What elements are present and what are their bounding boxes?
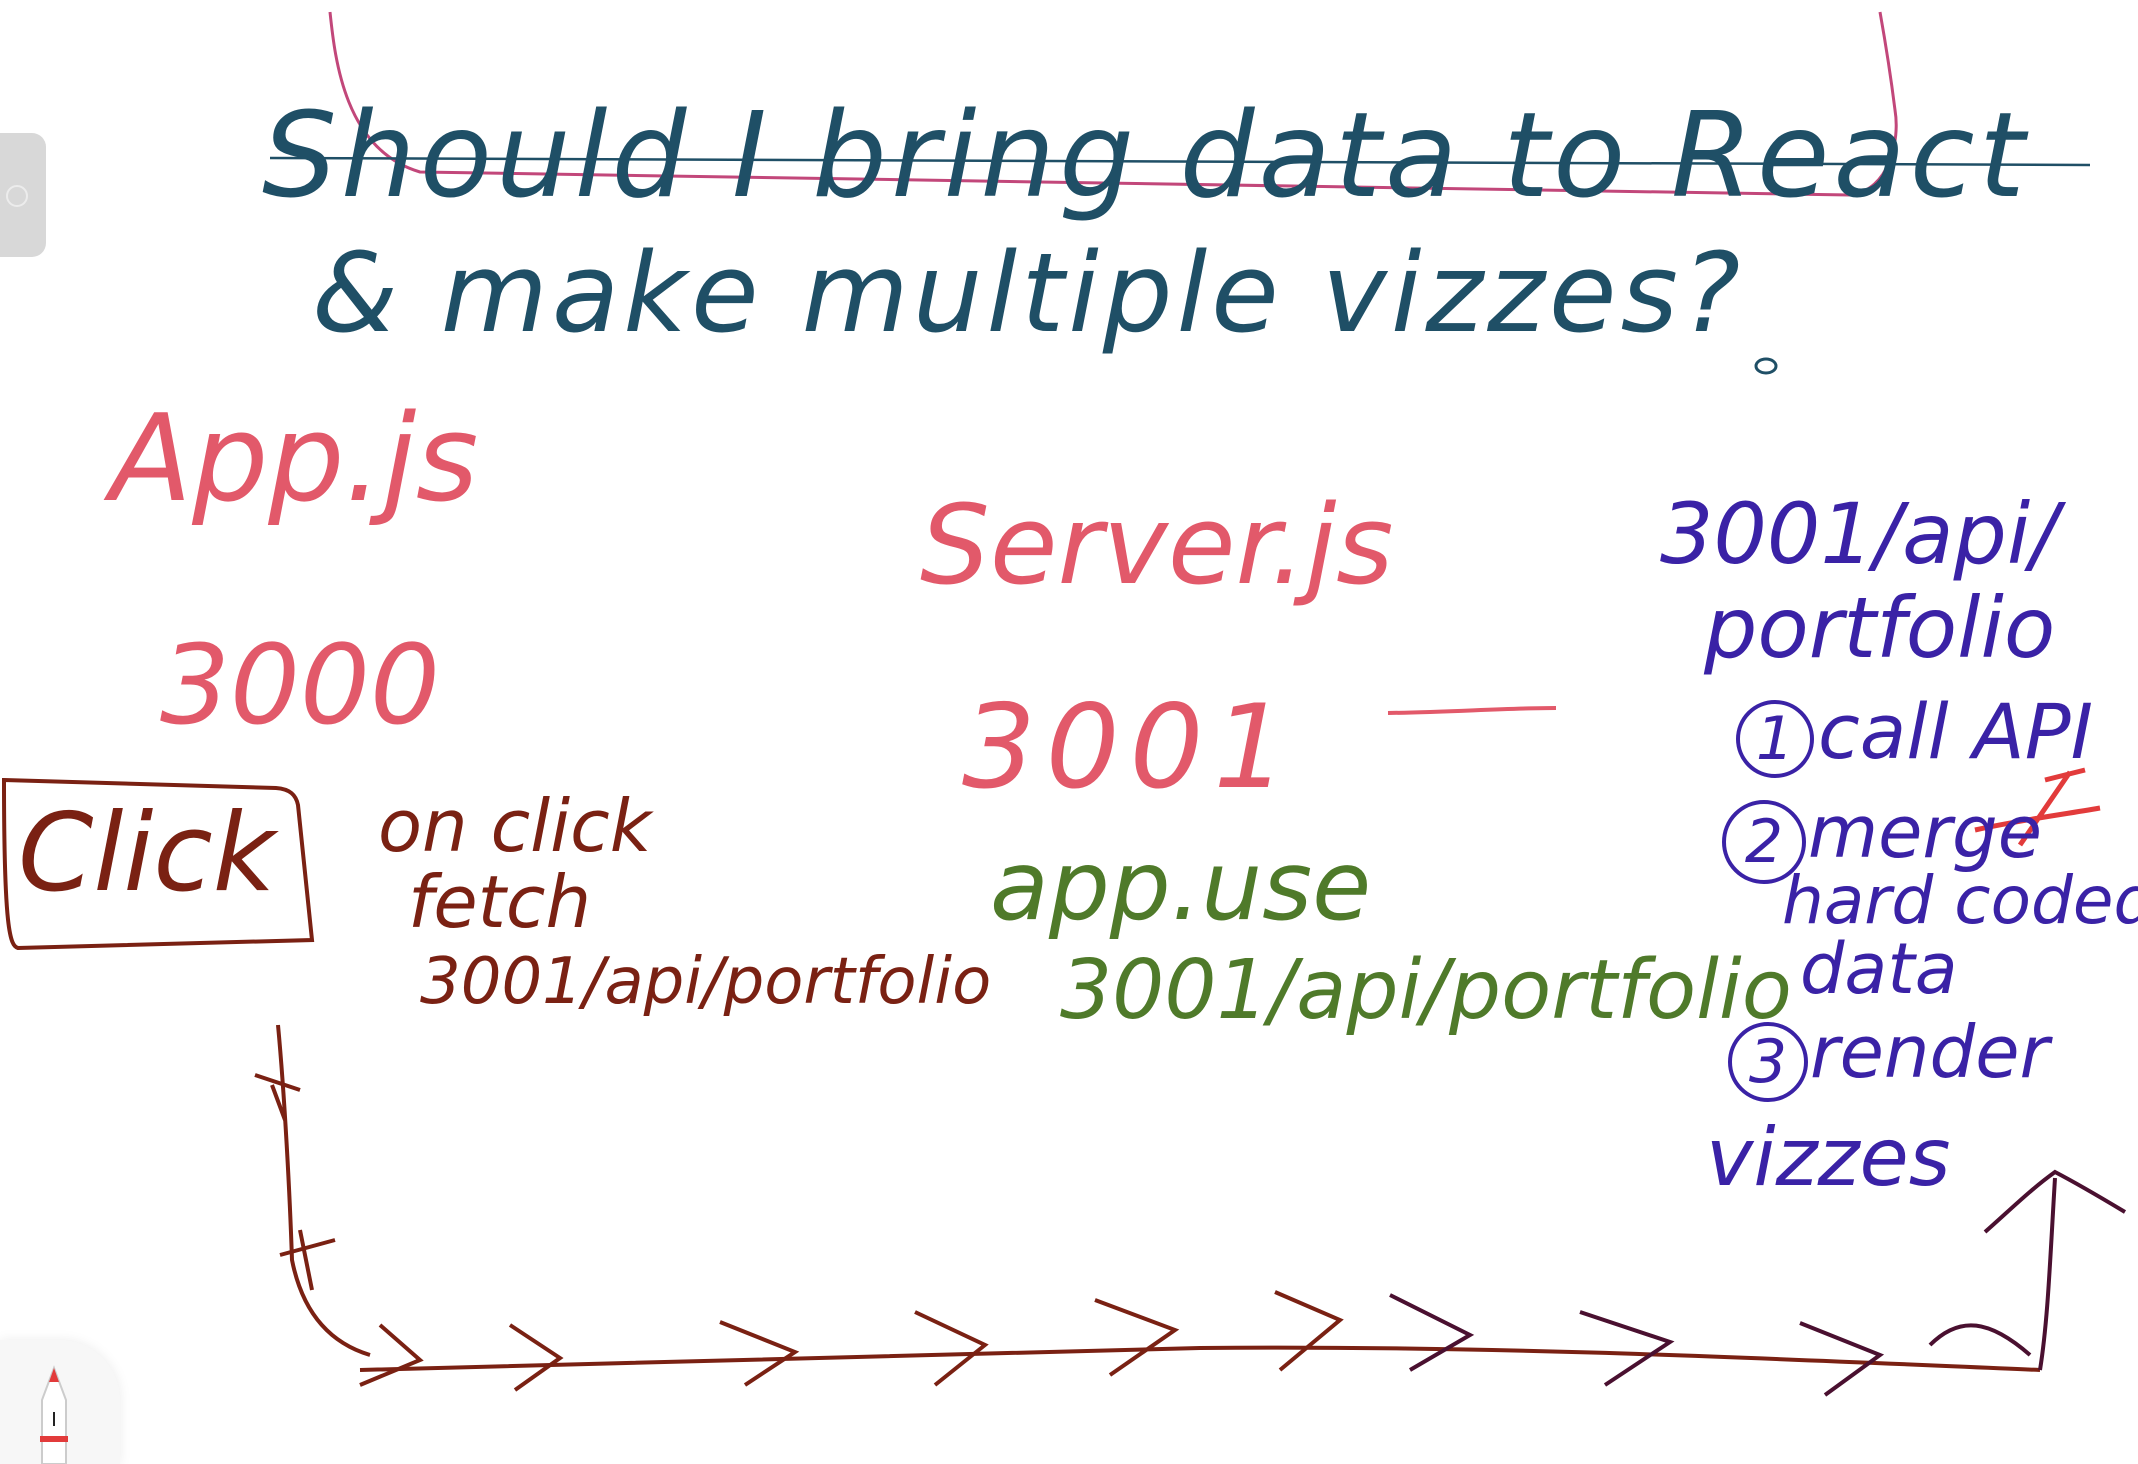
pencil-icon xyxy=(40,1365,68,1464)
flow-arrow-down xyxy=(276,1024,371,1357)
flow-arrow-horizontal xyxy=(359,1345,2041,1372)
pencil-tool-button[interactable] xyxy=(0,1340,120,1464)
server-route-line-2: 3001/api/portfolio xyxy=(1060,943,1792,1038)
whiteboard-canvas[interactable]: Should I bring data to React & make mult… xyxy=(0,0,2138,1464)
server-endpoint-dash xyxy=(1387,706,1557,715)
endpoint-step-2-line-1: merge xyxy=(1808,790,2043,874)
flow-arrow-cross-1 xyxy=(254,1073,301,1121)
server-route-line-1: app.use xyxy=(990,830,1372,942)
chevron-right-icon xyxy=(6,185,28,207)
endpoint-route-line-2: portfolio xyxy=(1704,579,2056,677)
flow-arrow-up xyxy=(2038,1177,2057,1371)
endpoint-route-line-1: 3001/api/ xyxy=(1660,485,2059,583)
endpoint-step-1-text: call API xyxy=(1818,687,2093,776)
app-port: 3000 xyxy=(160,621,440,749)
handler-line-1: on click xyxy=(378,784,652,868)
endpoint-step-2-line-3: data xyxy=(1800,928,1958,1010)
question-line-1: Should I bring data to React xyxy=(262,86,2029,224)
question-line-2: & make multiple vizzes? xyxy=(312,229,1745,357)
app-title: App.js xyxy=(110,390,479,529)
side-panel-handle[interactable] xyxy=(0,133,46,257)
click-box-label: Click xyxy=(18,791,276,916)
endpoint-step-2-line-2: hard coded xyxy=(1782,862,2138,939)
endpoint-step-1-number: 1 xyxy=(1736,700,1814,778)
question-dot xyxy=(1754,357,1778,375)
endpoint-step-3-text: render xyxy=(1810,1010,2050,1094)
flow-arrow-cross-2 xyxy=(279,1229,336,1291)
handler-line-2: fetch xyxy=(408,860,592,944)
endpoint-step-3-number: 3 xyxy=(1728,1022,1808,1102)
flow-chevrons xyxy=(359,1290,2032,1397)
server-title: Server.js xyxy=(920,481,1394,609)
server-port: 3001 xyxy=(962,680,1298,815)
handler-line-3: 3001/api/portfolio xyxy=(420,945,992,1019)
endpoint-step-3-line-2: vizzes xyxy=(1706,1111,1951,1204)
